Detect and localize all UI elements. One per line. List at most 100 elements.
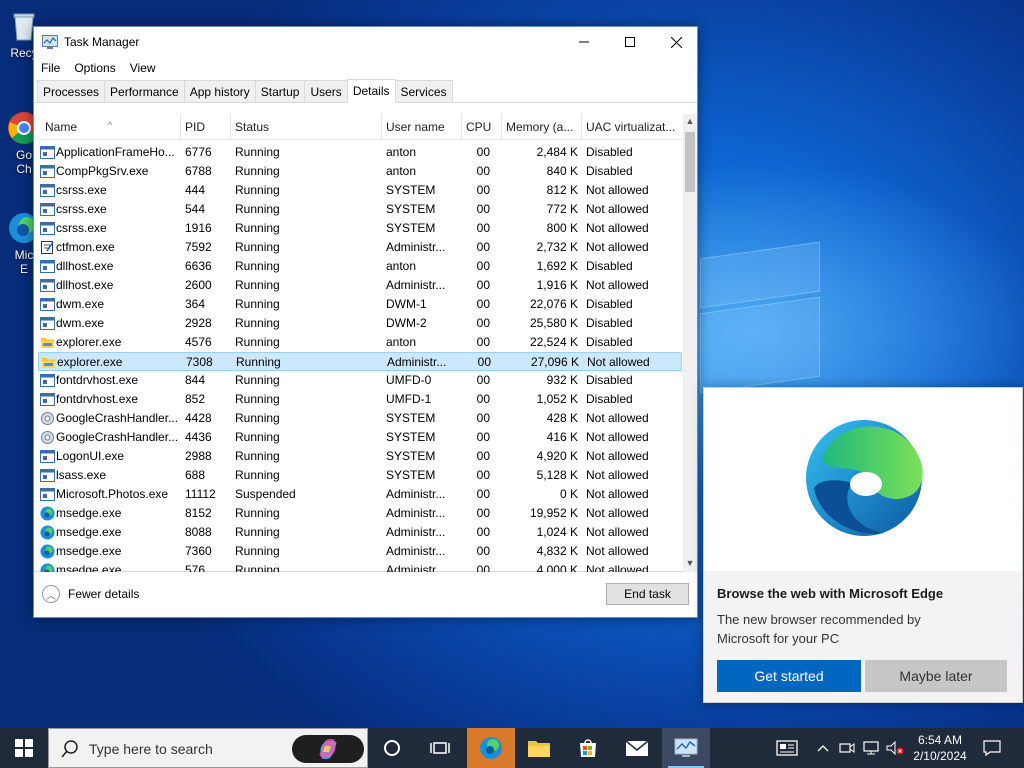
end-task-button[interactable]: End task xyxy=(606,583,689,605)
scroll-up-icon[interactable]: ▲ xyxy=(683,114,697,128)
taskbar-edge[interactable] xyxy=(467,728,515,768)
application-icon xyxy=(40,145,55,160)
close-button[interactable] xyxy=(653,27,699,57)
scroll-thumb[interactable] xyxy=(685,132,695,192)
taskbar-store[interactable] xyxy=(564,728,612,768)
task-view-cortana-button[interactable] xyxy=(368,728,416,768)
tab-services[interactable]: Services xyxy=(394,80,453,102)
search-box[interactable]: Type here to search xyxy=(48,728,368,768)
process-row[interactable]: msedge.exe 8088 Running Administr... 00 1,024… xyxy=(38,523,682,542)
cell-mem: 1,692 K xyxy=(536,259,578,273)
process-row[interactable]: csrss.exe 544 Running SYSTEM 00 772 K Not allo… xyxy=(38,200,682,219)
taskbar-file-explorer[interactable] xyxy=(515,728,563,768)
copilot-button[interactable] xyxy=(292,735,364,763)
process-row[interactable]: msedge.exe 7360 Running Administr... 00 4,832… xyxy=(38,542,682,561)
clock-time: 6:54 AM xyxy=(917,733,963,747)
process-row[interactable]: lsass.exe 688 Running SYSTEM 00 5,128 K Not al… xyxy=(38,466,682,485)
process-row[interactable]: dllhost.exe 6636 Running anton 00 1,692 K Disa… xyxy=(38,257,682,276)
tray-meet-now[interactable] xyxy=(836,728,858,768)
tab-startup[interactable]: Startup xyxy=(254,80,306,102)
cell-pid: 2928 xyxy=(185,316,212,330)
action-center-button[interactable] xyxy=(980,728,1004,768)
process-row[interactable]: dllhost.exe 2600 Running Administr... 00 1,91… xyxy=(38,276,682,295)
tray-volume[interactable] xyxy=(884,728,906,768)
menu-view[interactable]: View xyxy=(130,61,156,75)
cell-uac: Not allowed xyxy=(586,506,649,520)
copilot-icon xyxy=(319,739,337,759)
cell-mem: 800 K xyxy=(546,221,578,235)
cell-cpu: 00 xyxy=(476,145,490,159)
cell-uac: Not allowed xyxy=(586,544,649,558)
column-status[interactable]: Status xyxy=(231,114,382,140)
scroll-down-icon[interactable]: ▼ xyxy=(683,556,697,570)
tab-processes[interactable]: Processes xyxy=(37,80,106,102)
vertical-scrollbar[interactable]: ▲ ▼ xyxy=(683,114,697,572)
tray-network[interactable] xyxy=(860,728,882,768)
news-icon xyxy=(776,740,798,756)
process-row[interactable]: fontdrvhost.exe 844 Running UMFD-0 00 932 K Di… xyxy=(38,371,682,390)
process-row[interactable]: GoogleCrashHandler... 4428 Running SYSTEM 00… xyxy=(38,409,682,428)
menu-options[interactable]: Options xyxy=(74,61,115,75)
process-row[interactable]: csrss.exe 444 Running SYSTEM 00 812 K Not allo… xyxy=(38,181,682,200)
column-cpu[interactable]: CPU xyxy=(462,114,502,140)
cell-pid: 11112 xyxy=(185,487,216,501)
process-row[interactable]: LogonUI.exe 2988 Running SYSTEM 00 4,920 K Not… xyxy=(38,447,682,466)
start-button[interactable] xyxy=(0,728,48,768)
edge-hero xyxy=(704,388,1022,571)
taskbar-mail[interactable] xyxy=(613,728,661,768)
process-row[interactable]: dwm.exe 364 Running DWM-1 00 22,076 K Disabled xyxy=(38,295,682,314)
fewer-details-button[interactable]: ︿ Fewer details xyxy=(42,585,139,603)
cell-cpu: 00 xyxy=(476,392,490,406)
cell-status: Running xyxy=(235,525,280,539)
process-row[interactable]: fontdrvhost.exe 852 Running UMFD-1 00 1,052 K… xyxy=(38,390,682,409)
process-row[interactable]: CompPkgSrv.exe 6788 Running anton 00 840 K Dis… xyxy=(38,162,682,181)
process-row[interactable]: explorer.exe 7308 Running Administr... 00 27,… xyxy=(38,352,682,371)
minimize-button[interactable] xyxy=(561,27,607,57)
clock[interactable]: 6:54 AM 2/10/2024 xyxy=(905,732,975,764)
get-started-button[interactable]: Get started xyxy=(717,660,861,692)
process-row[interactable]: msedge.exe 8152 Running Administr... 00 19,95… xyxy=(38,504,682,523)
process-row[interactable]: Microsoft.Photos.exe 11112 Suspended Admini… xyxy=(38,485,682,504)
process-row[interactable]: explorer.exe 4576 Running anton 00 22,524 K Di… xyxy=(38,333,682,352)
cell-mem: 2,484 K xyxy=(536,145,578,159)
column-header: ^ Name PID Status User name CPU Memory (… xyxy=(38,114,683,140)
column-pid[interactable]: PID xyxy=(181,114,231,140)
tab-app-history[interactable]: App history xyxy=(183,80,256,102)
tray-news[interactable] xyxy=(772,728,802,768)
cell-user: Administr... xyxy=(386,525,446,539)
column-label: Name xyxy=(45,120,78,134)
edge-icon xyxy=(480,737,502,759)
column-uac[interactable]: UAC virtualizat... xyxy=(582,114,683,140)
cell-mem: 2,732 K xyxy=(536,240,578,254)
tray-overflow[interactable] xyxy=(812,728,834,768)
cell-uac: Disabled xyxy=(586,373,633,387)
process-row[interactable]: GoogleCrashHandler... 4436 Running SYSTEM 00… xyxy=(38,428,682,447)
footer: ︿ Fewer details End task xyxy=(34,573,697,617)
cell-cpu: 00 xyxy=(476,449,490,463)
menu-file[interactable]: File xyxy=(41,61,60,75)
title-bar[interactable]: Task Manager xyxy=(34,27,697,57)
process-row[interactable]: csrss.exe 1916 Running SYSTEM 00 800 K Not all… xyxy=(38,219,682,238)
maximize-button[interactable] xyxy=(607,27,653,57)
column-user-name[interactable]: User name xyxy=(382,114,462,140)
process-row[interactable]: ApplicationFrameHo... 6776 Running anton 00 2… xyxy=(38,143,682,162)
cell-cpu: 00 xyxy=(477,355,491,369)
application-icon xyxy=(40,202,55,217)
cell-uac: Not allowed xyxy=(586,240,649,254)
task-view-button[interactable] xyxy=(416,728,464,768)
cell-name: ApplicationFrameHo... xyxy=(56,145,175,159)
cell-uac: Not allowed xyxy=(586,468,649,482)
process-row[interactable]: ctfmon.exe 7592 Running Administr... 00 2,732… xyxy=(38,238,682,257)
process-row[interactable]: dwm.exe 2928 Running DWM-2 00 25,580 K Disable… xyxy=(38,314,682,333)
column-memory[interactable]: Memory (a... xyxy=(502,114,582,140)
column-name[interactable]: ^ Name xyxy=(38,114,181,140)
cell-pid: 576 xyxy=(185,563,206,572)
taskbar-task-manager[interactable] xyxy=(662,728,710,768)
process-row[interactable]: msedge.exe 576 Running Administr... 00 4,000 … xyxy=(38,561,682,572)
maybe-later-button[interactable]: Maybe later xyxy=(865,660,1007,692)
edge-logo-icon xyxy=(806,420,923,536)
edge-promo-popup: Browse the web with Microsoft Edge The n… xyxy=(703,387,1023,703)
tab-performance[interactable]: Performance xyxy=(104,80,185,102)
tab-users[interactable]: Users xyxy=(304,80,348,102)
tab-details[interactable]: Details xyxy=(346,79,396,103)
